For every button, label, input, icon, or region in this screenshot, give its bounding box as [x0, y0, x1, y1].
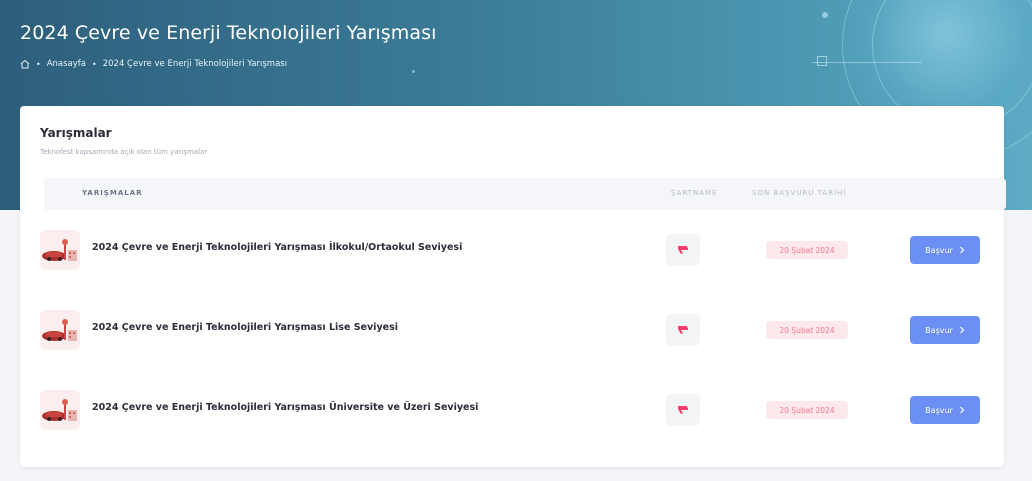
- competition-thumbnail: [40, 230, 80, 270]
- dot-decoration: [822, 12, 828, 18]
- card-title: Yarışmalar: [40, 126, 112, 140]
- pdf-file-icon: [677, 321, 689, 340]
- breadcrumb-separator: •: [92, 59, 97, 69]
- apply-button-label: Başvur: [925, 245, 953, 255]
- specification-pdf-button[interactable]: [666, 234, 700, 266]
- table-header: YARIŞMALAR ŞARTNAME SON BAŞVURU TARİHİ: [44, 178, 1006, 210]
- competition-thumbnail: [40, 310, 80, 350]
- breadcrumb-separator: •: [36, 59, 41, 69]
- table-row: 2024 Çevre ve Enerji Teknolojileri Yarış…: [20, 290, 1004, 370]
- circuit-line-decoration: [812, 62, 922, 63]
- breadcrumb-item-home[interactable]: Anasayfa: [47, 59, 86, 69]
- apply-button-label: Başvur: [925, 405, 953, 415]
- chevron-right-icon: [959, 406, 965, 414]
- specification-pdf-button[interactable]: [666, 314, 700, 346]
- competition-title[interactable]: 2024 Çevre ve Enerji Teknolojileri Yarış…: [92, 402, 478, 413]
- apply-button[interactable]: Başvur: [910, 236, 980, 264]
- home-icon[interactable]: [20, 59, 30, 69]
- deadline-badge: 20 Şubat 2024: [766, 401, 848, 419]
- competition-thumbnail: [40, 390, 80, 430]
- competitions-card: Yarışmalar Teknofest kapsamında açık ola…: [20, 106, 1006, 467]
- column-header-deadline: SON BAŞVURU TARİHİ: [752, 189, 847, 197]
- breadcrumb-item-current: 2024 Çevre ve Enerji Teknolojileri Yarış…: [102, 59, 288, 69]
- chevron-right-icon: [959, 326, 965, 334]
- pdf-file-icon: [677, 401, 689, 420]
- apply-button[interactable]: Başvur: [910, 396, 980, 424]
- table-row: 2024 Çevre ve Enerji Teknolojileri Yarış…: [20, 370, 1004, 450]
- page-title: 2024 Çevre ve Enerji Teknolojileri Yarış…: [20, 22, 437, 44]
- dot-decoration: [412, 70, 415, 73]
- pdf-file-icon: [677, 241, 689, 260]
- chevron-right-icon: [959, 246, 965, 254]
- competition-title[interactable]: 2024 Çevre ve Enerji Teknolojileri Yarış…: [92, 322, 398, 333]
- specification-pdf-button[interactable]: [666, 394, 700, 426]
- breadcrumb: • Anasayfa • 2024 Çevre ve Enerji Teknol…: [20, 59, 287, 69]
- column-header-specification: ŞARTNAME: [671, 189, 718, 197]
- table-row: 2024 Çevre ve Enerji Teknolojileri Yarış…: [20, 210, 1004, 290]
- circuit-node-decoration: [817, 56, 827, 66]
- card-subtitle: Teknofest kapsamında açık olan tüm yarış…: [40, 148, 208, 156]
- apply-button[interactable]: Başvur: [910, 316, 980, 344]
- apply-button-label: Başvur: [925, 325, 953, 335]
- column-header-competitions: YARIŞMALAR: [82, 189, 143, 197]
- deadline-badge: 20 Şubat 2024: [766, 321, 848, 339]
- deadline-badge: 20 Şubat 2024: [766, 241, 848, 259]
- competition-title[interactable]: 2024 Çevre ve Enerji Teknolojileri Yarış…: [92, 242, 462, 253]
